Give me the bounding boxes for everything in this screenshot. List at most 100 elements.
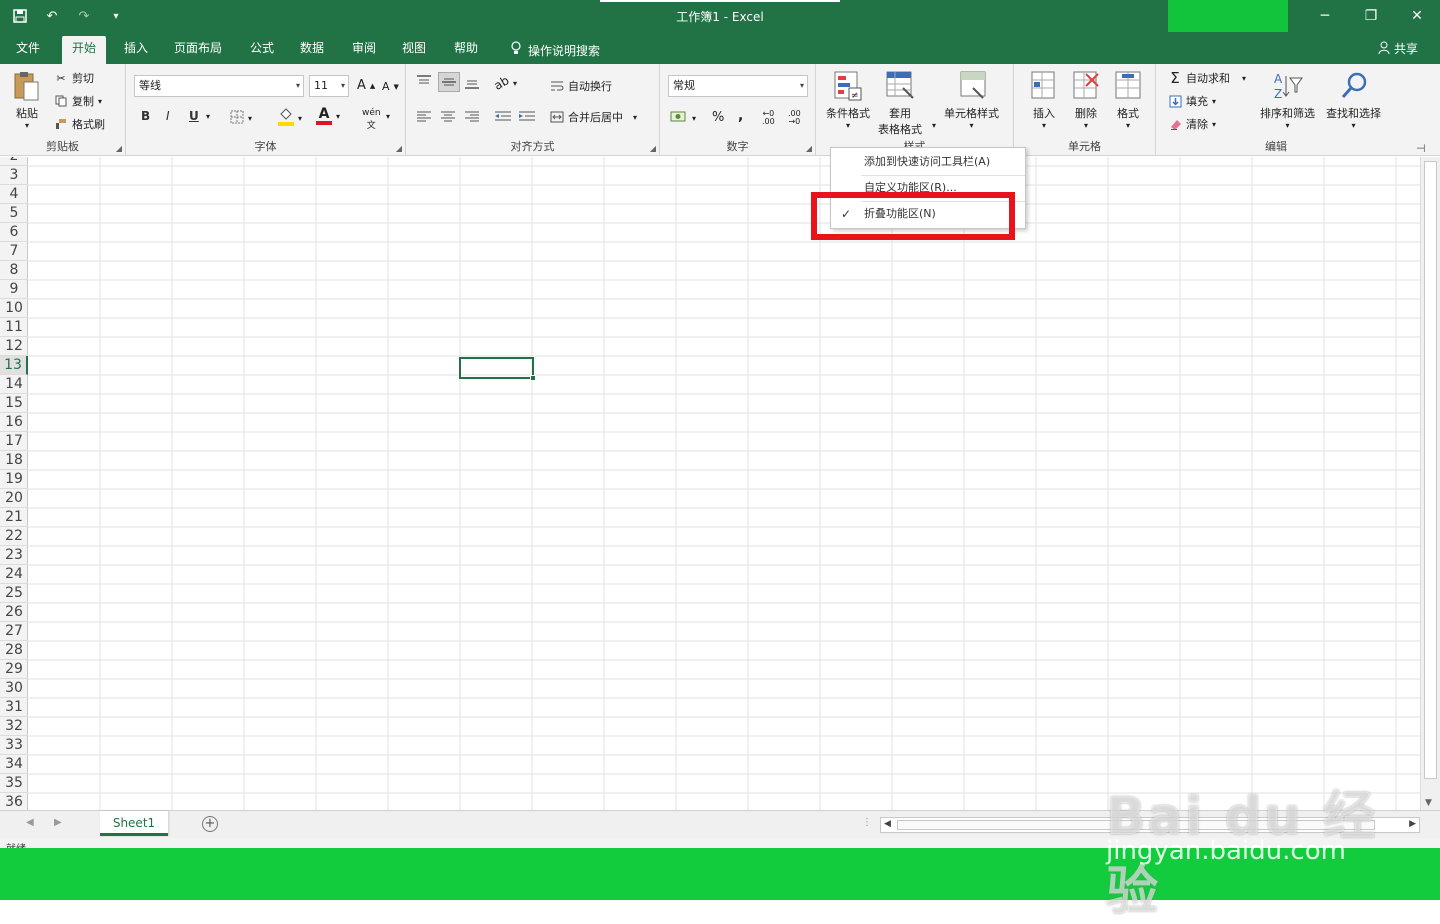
menu-item-add-to-qat[interactable]: 添加到快速访问工具栏(A) (831, 150, 1025, 174)
number-format-combobox[interactable]: 常规 ▾ (668, 75, 808, 97)
row-header[interactable]: 23 (0, 546, 28, 565)
row-header[interactable]: 30 (0, 679, 28, 698)
tell-me-search[interactable]: 操作说明搜索 (500, 38, 610, 64)
decrease-indent-icon[interactable] (494, 110, 512, 122)
tab-file[interactable]: 文件 (6, 38, 50, 64)
restore-button[interactable]: ❐ (1348, 0, 1394, 32)
cell-styles-button[interactable]: 单元格样式 ▾ (944, 70, 999, 130)
row-header[interactable]: 9 (0, 280, 28, 299)
clear-button[interactable]: 清除 ▾ (1168, 116, 1216, 132)
row-header[interactable]: 35 (0, 774, 28, 793)
underline-button[interactable]: U (189, 109, 199, 123)
row-header[interactable]: 10 (0, 299, 28, 318)
worksheet[interactable]: 2345678910111213141516171819202122232425… (0, 157, 1440, 810)
row-header[interactable]: 8 (0, 261, 28, 280)
dialog-launcher-icon[interactable]: ◢ (650, 144, 656, 153)
add-sheet-button[interactable]: + (202, 816, 218, 832)
percent-button[interactable]: % (712, 110, 724, 125)
tab-data[interactable]: 数据 (290, 38, 334, 64)
row-header[interactable]: 36 (0, 793, 28, 810)
italic-button[interactable]: I (166, 109, 170, 123)
align-middle-icon[interactable] (438, 72, 460, 92)
row-header[interactable]: 29 (0, 660, 28, 679)
delete-cells-button[interactable]: 删除 ▾ (1072, 70, 1100, 130)
cut-button[interactable]: ✂ 剪切 (54, 70, 94, 86)
bold-button[interactable]: B (141, 109, 150, 123)
next-sheet-arrow-icon[interactable]: ▶ (54, 817, 62, 828)
row-header[interactable]: 24 (0, 565, 28, 584)
font-size-combobox[interactable]: 11 ▾ (309, 75, 349, 97)
copy-button[interactable]: 复制 ▾ (54, 93, 102, 109)
phonetic-dropdown[interactable]: ▾ (386, 112, 390, 121)
account-area[interactable] (1168, 0, 1288, 32)
format-painter-button[interactable]: 格式刷 (54, 116, 105, 132)
row-header[interactable]: 14 (0, 375, 28, 394)
tab-home[interactable]: 开始 (62, 36, 107, 64)
sheet-tab-sheet1[interactable]: Sheet1 (100, 811, 168, 836)
align-right-icon[interactable] (464, 110, 480, 122)
decrease-decimal-button[interactable]: .00 →0 (788, 110, 801, 126)
row-header[interactable]: 32 (0, 717, 28, 736)
row-header[interactable]: 28 (0, 641, 28, 660)
dialog-launcher-icon[interactable]: ◢ (116, 144, 122, 153)
underline-dropdown[interactable]: ▾ (206, 112, 210, 121)
scroll-right-arrow-icon[interactable]: ▶ (1409, 819, 1416, 829)
row-header[interactable]: 18 (0, 451, 28, 470)
increase-decimal-button[interactable]: ←0 .00 (762, 110, 775, 126)
row-header[interactable]: 15 (0, 394, 28, 413)
tab-review[interactable]: 审阅 (342, 38, 386, 64)
phonetic-button[interactable]: wén 文 (362, 108, 381, 131)
vertical-scrollbar[interactable]: ▼ (1420, 157, 1440, 810)
tab-insert[interactable]: 插入 (114, 38, 158, 64)
align-bottom-icon[interactable] (464, 76, 480, 90)
format-as-table-button[interactable]: 套用 表格格式 (878, 70, 922, 137)
dialog-launcher-icon[interactable]: ◢ (806, 144, 812, 153)
row-header[interactable]: 31 (0, 698, 28, 717)
tab-help[interactable]: 帮助 (444, 38, 488, 64)
row-header[interactable]: 26 (0, 603, 28, 622)
row-header[interactable]: 16 (0, 413, 28, 432)
row-header[interactable]: 22 (0, 527, 28, 546)
tab-view[interactable]: 视图 (392, 38, 436, 64)
align-center-icon[interactable] (440, 110, 456, 122)
row-header[interactable]: 5 (0, 204, 28, 223)
wrap-text-button[interactable]: 自动换行 (550, 78, 612, 94)
border-button[interactable]: ▾ (230, 110, 252, 127)
prev-sheet-arrow-icon[interactable]: ◀ (26, 817, 34, 828)
table-format-dropdown[interactable]: ▾ (932, 121, 936, 130)
fill-color-button[interactable]: ▾ (278, 108, 302, 129)
font-name-combobox[interactable]: 等线 ▾ (134, 75, 304, 97)
vertical-scroll-thumb[interactable] (1424, 161, 1437, 779)
tab-page-layout[interactable]: 页面布局 (164, 38, 232, 64)
row-header[interactable]: 11 (0, 318, 28, 337)
fill-button[interactable]: 填充 ▾ (1168, 93, 1216, 109)
accounting-format-button[interactable]: ▾ (670, 110, 696, 127)
row-header[interactable]: 25 (0, 584, 28, 603)
comma-button[interactable]: , (738, 108, 743, 124)
dialog-launcher-icon[interactable]: ◢ (396, 144, 402, 153)
row-header[interactable]: 34 (0, 755, 28, 774)
row-header[interactable]: 17 (0, 432, 28, 451)
align-top-icon[interactable] (416, 74, 432, 88)
row-header[interactable]: 13 (0, 356, 28, 375)
close-button[interactable]: ✕ (1394, 0, 1440, 32)
row-header[interactable]: 3 (0, 166, 28, 185)
tab-splitter-handle[interactable]: ⋮ (862, 817, 872, 828)
insert-cells-button[interactable]: 插入 ▾ (1030, 70, 1058, 130)
row-header[interactable]: 33 (0, 736, 28, 755)
scroll-down-arrow-icon[interactable]: ▼ (1425, 798, 1432, 808)
merge-center-button[interactable]: 合并后居中 ▾ (550, 109, 637, 125)
row-header[interactable]: 2 (0, 157, 28, 166)
font-color-button[interactable]: A ▾ (316, 107, 340, 125)
selected-cell[interactable] (459, 357, 536, 381)
scroll-left-arrow-icon[interactable]: ◀ (884, 819, 891, 829)
row-header[interactable]: 7 (0, 242, 28, 261)
row-header[interactable]: 12 (0, 337, 28, 356)
row-header[interactable]: 4 (0, 185, 28, 204)
align-left-icon[interactable] (416, 110, 432, 122)
share-button[interactable]: 共享 (1378, 40, 1418, 57)
paste-button[interactable]: 粘贴 ▾ (12, 70, 42, 130)
shrink-font-button[interactable]: A ▼ (382, 80, 399, 93)
format-cells-button[interactable]: 格式 ▾ (1114, 70, 1142, 130)
fill-handle[interactable] (530, 375, 536, 381)
